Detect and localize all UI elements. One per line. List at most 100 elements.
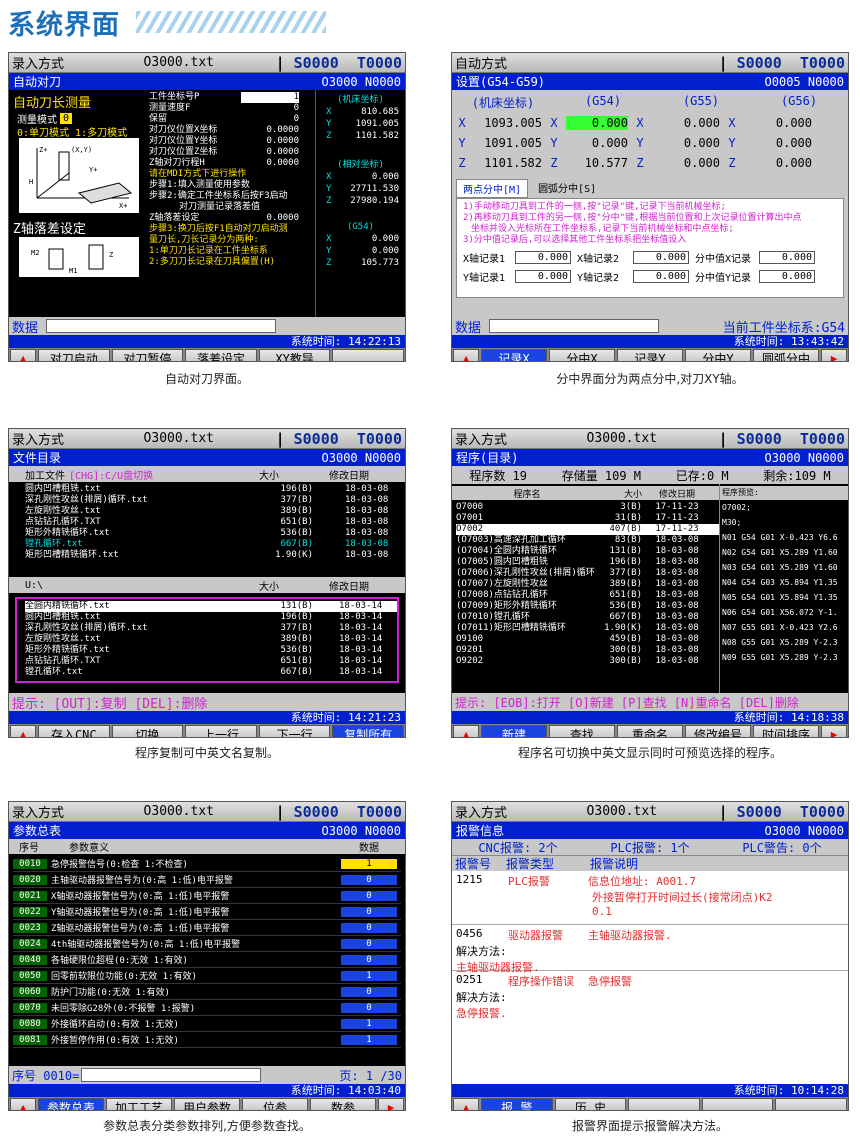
prev-page-button[interactable]: ▲	[10, 1098, 36, 1110]
param-list: 工件坐标号P 1 测量速度F 0 保留 0 对刀仪位置X坐标 0.0000 对刀仪位置Y…	[149, 92, 299, 268]
program-row[interactable]: (O7007)左旋刚性攻丝 389(B) 18-03-08	[456, 579, 719, 590]
next-page-button[interactable]: ▶	[821, 725, 847, 737]
softkey-record-y[interactable]: 记录Y	[617, 349, 683, 361]
screen-title: 文件目录	[13, 451, 62, 465]
param-row[interactable]: 0070 未回零除G28外(0:不报警 1:报警) 0	[13, 1000, 401, 1016]
next-page-button[interactable]: ▶	[378, 1098, 404, 1110]
program-row[interactable]: (O7009)矩形外精铣循环 536(B) 18-03-08	[456, 601, 719, 612]
list-item[interactable]: 点钻钻孔循环.TXT 651(B) 18-03-14	[25, 656, 397, 667]
program-row[interactable]: (O7011)矩形凹槽精铣循环 1.90(K) 18-03-08	[456, 623, 719, 634]
softkey-alarm[interactable]: 报 警	[481, 1098, 553, 1110]
list-item[interactable]: 左旋刚性攻丝.txt 389(B) 18-03-08	[25, 506, 405, 517]
list-item[interactable]: 深孔刚性攻丝(排屑)循环.txt 377(B) 18-03-14	[25, 623, 397, 634]
param-row: 对刀仪位置Z坐标 0.0000	[149, 147, 299, 157]
param-row[interactable]: 0024 4th轴驱动器报警信号为(0:高 1:低)电平报警 0	[13, 936, 401, 952]
softkey-process[interactable]: 加工工艺	[106, 1098, 172, 1110]
softkey-xy-teach[interactable]: XY教导	[258, 349, 331, 361]
softkey-offset-set[interactable]: 落差设定	[185, 349, 257, 361]
softkey-tool-start[interactable]: 对刀启动	[38, 349, 110, 361]
softkey-switch[interactable]: 切换	[111, 725, 184, 737]
softkey-empty[interactable]	[332, 349, 404, 361]
prev-page-button[interactable]: ▲	[453, 725, 479, 737]
softkey-save-cnc[interactable]: 存入CNC	[38, 725, 110, 737]
list-item[interactable]: 点钻钻孔循环.TXT 651(B) 18-03-08	[25, 517, 405, 528]
param-row[interactable]: 0080 外接循环启动(0:有效 1:无效) 1	[13, 1016, 401, 1032]
param-row[interactable]: 0010 急停报警信号(0:检查 1:不检查) 1	[13, 856, 401, 872]
mode-desc: 0:单刀模式 1:多刀模式	[17, 128, 128, 139]
prev-page-button[interactable]: ▲	[10, 725, 36, 737]
program-row[interactable]: O9201 300(B) 18-03-08	[456, 645, 719, 656]
mode-label: 录入方式	[12, 57, 65, 72]
alarm-item[interactable]: 0251 程序操作错误 急停报警 解决方法: 急停报警.	[452, 971, 848, 1020]
list-item[interactable]: 镗孔循环.txt 667(B) 18-03-14	[25, 667, 397, 678]
prev-page-button[interactable]: ▲	[453, 1098, 479, 1110]
softkey-rename[interactable]: 重命名	[617, 725, 683, 737]
auto-tool-setting-screen: 录入方式 O3000.txt | S0000 T0000 自动对刀 O3000 N…	[8, 52, 406, 362]
seq-input[interactable]	[81, 1068, 262, 1082]
data-input[interactable]	[489, 319, 660, 333]
softkey-param-table[interactable]: 参数总表	[38, 1098, 104, 1110]
program-row[interactable]: (O7004)全圆内精铣循环 131(B) 18-03-08	[456, 546, 719, 557]
program-row[interactable]: (O7003)高速深孔加工循环 83(B) 18-03-08	[456, 535, 719, 546]
softkey-sort-time[interactable]: 时间排序	[753, 725, 819, 737]
meas-mode-field[interactable]: 0	[60, 113, 73, 124]
program-row[interactable]: O7000 3(B) 17-11-23	[456, 502, 719, 513]
list-item[interactable]: 矩形外精铣循环.txt 536(B) 18-03-08	[25, 528, 405, 539]
softkey-history[interactable]: 历 史	[554, 1098, 627, 1110]
program-row[interactable]: (O7006)深孔刚性攻丝(排屑)循环 377(B) 18-03-08	[456, 568, 719, 579]
softkey-bit-param[interactable]: 位参	[242, 1098, 308, 1110]
softkey-empty[interactable]	[775, 1098, 847, 1110]
softkey-center-y[interactable]: 分中Y	[685, 349, 751, 361]
step-text: 量刀长,刀长记录分为两种:	[149, 235, 259, 245]
softkey-empty[interactable]	[628, 1098, 700, 1110]
softkey-new[interactable]: 新建	[481, 725, 547, 737]
next-page-button[interactable]: ▶	[821, 349, 847, 361]
param-row[interactable]: 0020 主轴驱动器报警信号为(0:高 1:低)电平报警 0	[13, 872, 401, 888]
prev-page-button[interactable]: ▲	[453, 349, 479, 361]
tab-arc[interactable]: 圆弧分中[S]	[532, 179, 602, 198]
list-item[interactable]: 矩形凹槽精铣循环.txt 1.90(K) 18-03-08	[25, 550, 405, 561]
list-item[interactable]: 圆内凹槽粗铣.txt 196(B) 18-03-08	[25, 484, 405, 495]
param-row[interactable]: 0022 Y轴驱动器报警信号为(0:高 1:低)电平报警 0	[13, 904, 401, 920]
softkey-bar: ▲ 报 警 历 史	[452, 1097, 848, 1110]
softkey-num-param[interactable]: 数参	[310, 1098, 376, 1110]
softkey-center-x[interactable]: 分中X	[549, 349, 615, 361]
softkey-record-x[interactable]: 记录X	[481, 349, 547, 361]
list-item[interactable]: 圆内凹槽粗铣.txt 196(B) 18-03-14	[25, 612, 397, 623]
alarm-item[interactable]: 1215 PLC报警 信息位地址: A001.7 外接暂停打开时间过长(接常闭点)K…	[452, 871, 848, 925]
softkey-tool-pause[interactable]: 对刀暂停	[111, 349, 184, 361]
program-row-selected[interactable]: O7002 407(B) 17-11-23	[456, 524, 719, 535]
param-row[interactable]: 0023 Z轴驱动器报警信号为(0:高 1:低)电平报警 0	[13, 920, 401, 936]
softkey-user-param[interactable]: 用户参数	[174, 1098, 240, 1110]
softkey-search[interactable]: 查找	[549, 725, 615, 737]
list-item[interactable]: 左旋刚性攻丝.txt 389(B) 18-03-14	[25, 634, 397, 645]
list-item[interactable]: 镗孔循环.txt 667(B) 18-03-08	[25, 539, 405, 550]
g54-x-field[interactable]: 0.000	[566, 116, 628, 130]
list-item[interactable]: 深孔刚性攻丝(排屑)循环.txt 377(B) 18-03-08	[25, 495, 405, 506]
tab-two-point[interactable]: 两点分中[M]	[456, 179, 529, 198]
softkey-prev-line[interactable]: 上一行	[185, 725, 257, 737]
program-row[interactable]: (O7005)圆内凹槽粗铣 196(B) 18-03-08	[456, 557, 719, 568]
softkey-next-line[interactable]: 下一行	[258, 725, 331, 737]
list-item-selected[interactable]: 全圆内精铣循环.txt 131(B) 18-03-14	[25, 601, 397, 612]
param-row[interactable]: 0040 各轴硬限位超程(0:无效 1:有效) 0	[13, 952, 401, 968]
program-preview: 程序预览: O7002; M30; N01 G54 G01 X-0.423 Y6.6…	[720, 484, 848, 693]
softkey-empty[interactable]	[701, 1098, 774, 1110]
list-item[interactable]: 矩形外精铣循环.txt 536(B) 18-03-14	[25, 645, 397, 656]
param-row[interactable]: 0050 回零前软限位功能(0:无效 1:有效) 1	[13, 968, 401, 984]
alarm-item[interactable]: 0456 驱动器报警 主轴驱动器报警. 解决方法: 主轴驱动器报警.	[452, 925, 848, 974]
param-row[interactable]: 0060 防护门功能(0:无效 1:有效) 0	[13, 984, 401, 1000]
prev-page-button[interactable]: ▲	[10, 349, 36, 361]
program-row[interactable]: (O7008)点钻钻孔循环 651(B) 18-03-08	[456, 590, 719, 601]
program-row[interactable]: O7001 31(B) 17-11-23	[456, 513, 719, 524]
program-row[interactable]: O9202 300(B) 18-03-08	[456, 656, 719, 667]
param-row[interactable]: 0081 外接暂停作用(0:有效 1:无效) 1	[13, 1032, 401, 1048]
param-input[interactable]: 1	[241, 92, 299, 103]
data-input[interactable]	[46, 319, 277, 333]
param-row[interactable]: 0021 X轴驱动器报警信号为(0:高 1:低)电平报警 0	[13, 888, 401, 904]
softkey-arc-center[interactable]: 圆弧分中	[753, 349, 819, 361]
softkey-renumber[interactable]: 修改编号	[685, 725, 751, 737]
program-row[interactable]: O9100 459(B) 18-03-08	[456, 634, 719, 645]
program-row[interactable]: (O7010)镗孔循环 667(B) 18-03-08	[456, 612, 719, 623]
softkey-copy-all[interactable]: 复制所有	[332, 725, 404, 737]
